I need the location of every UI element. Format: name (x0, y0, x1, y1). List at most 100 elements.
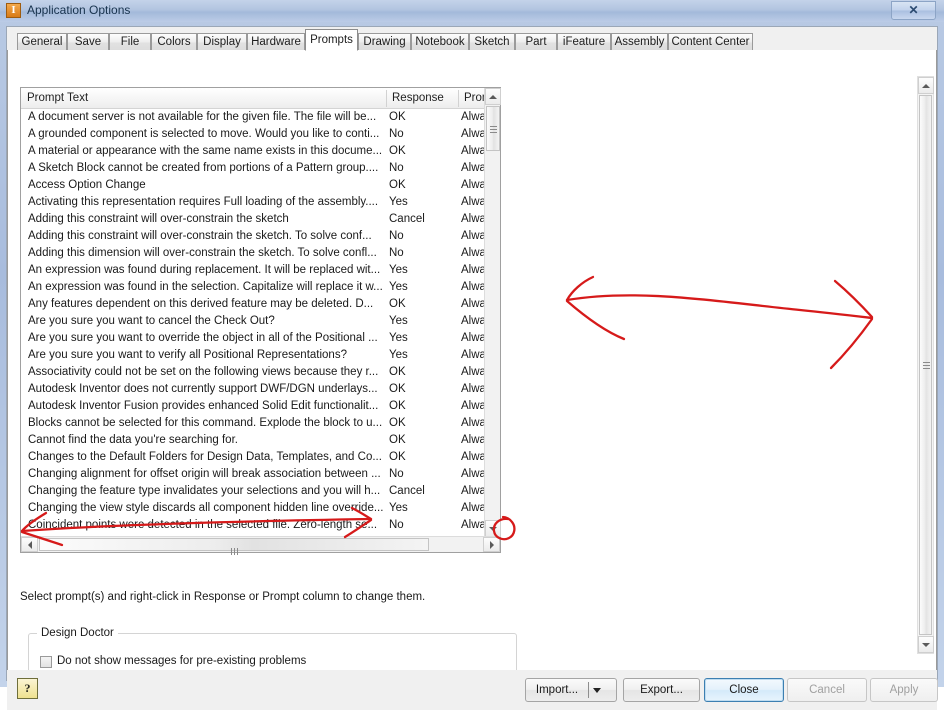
tab-ifeature[interactable]: iFeature (557, 33, 611, 51)
cell-prompt[interactable]: Always (461, 347, 485, 364)
scroll-up-button[interactable] (485, 88, 501, 105)
list-vertical-scroll-thumb[interactable] (486, 106, 500, 151)
cell-prompt[interactable]: Always (461, 194, 485, 211)
table-row[interactable]: Are you sure you want to verify all Posi… (21, 347, 485, 364)
table-row[interactable]: Blocks cannot be selected for this comma… (21, 415, 485, 432)
column-separator[interactable] (458, 90, 459, 107)
cell-prompt[interactable]: Always (461, 381, 485, 398)
cell-response[interactable]: Yes (389, 279, 455, 296)
scroll-left-button[interactable] (21, 537, 38, 552)
tab-sketch[interactable]: Sketch (469, 33, 515, 51)
cell-prompt[interactable]: Always (461, 143, 485, 160)
import-button[interactable]: Import... (525, 678, 617, 702)
cell-prompt[interactable]: Always (461, 415, 485, 432)
table-row[interactable]: Activating this representation requires … (21, 194, 485, 211)
cell-response[interactable]: Yes (389, 313, 455, 330)
cell-response[interactable]: No (389, 160, 455, 177)
list-horizontal-scroll-thumb[interactable] (39, 538, 429, 555)
cell-response[interactable]: Yes (389, 347, 455, 364)
cell-response[interactable]: OK (389, 364, 455, 381)
table-row[interactable]: A material or appearance with the same n… (21, 143, 485, 160)
cell-response[interactable]: Yes (389, 194, 455, 211)
cell-response[interactable]: Yes (389, 500, 455, 517)
table-row[interactable]: Associativity could not be set on the fo… (21, 364, 485, 381)
table-row[interactable]: Changing the view style discards all com… (21, 500, 485, 517)
page-vertical-scrollbar[interactable] (917, 76, 934, 654)
cell-response[interactable]: No (389, 466, 455, 483)
cell-response[interactable]: OK (389, 177, 455, 194)
cell-prompt[interactable]: Always (461, 211, 485, 228)
cell-response[interactable]: OK (389, 415, 455, 432)
cell-prompt[interactable]: Always (461, 449, 485, 466)
table-row[interactable]: Access Option Change OK Always (21, 177, 485, 194)
table-row[interactable]: An expression was found during replaceme… (21, 262, 485, 279)
tab-part[interactable]: Part (515, 33, 557, 51)
cell-prompt[interactable]: Always (461, 109, 485, 126)
tab-notebook[interactable]: Notebook (411, 33, 469, 51)
scroll-right-button[interactable] (483, 537, 500, 552)
table-row[interactable]: Changing alignment for offset origin wil… (21, 466, 485, 483)
table-row[interactable]: An expression was found in the selection… (21, 279, 485, 296)
table-row[interactable]: Cannot find the data you're searching fo… (21, 432, 485, 449)
cell-prompt[interactable]: Always (461, 228, 485, 245)
pre-existing-problems-checkbox[interactable] (40, 656, 52, 668)
cell-response[interactable]: OK (389, 398, 455, 415)
cell-prompt[interactable]: Always (461, 177, 485, 194)
list-horizontal-scrollbar[interactable] (21, 536, 500, 555)
chevron-down-icon[interactable] (593, 688, 601, 693)
cell-prompt[interactable]: Always (461, 517, 485, 534)
tab-content-center[interactable]: Content Center (668, 33, 753, 51)
cell-response[interactable]: Cancel (389, 483, 455, 500)
close-button[interactable]: Close (704, 678, 784, 702)
tab-colors[interactable]: Colors (151, 33, 197, 51)
page-scroll-up-button[interactable] (918, 77, 934, 94)
cell-prompt[interactable]: Always (461, 296, 485, 313)
tab-prompts[interactable]: Prompts (305, 29, 358, 51)
cell-response[interactable]: OK (389, 296, 455, 313)
tab-save[interactable]: Save (67, 33, 109, 51)
tab-drawing[interactable]: Drawing (358, 33, 411, 51)
tab-hardware[interactable]: Hardware (247, 33, 305, 51)
cell-response[interactable]: No (389, 228, 455, 245)
cell-prompt[interactable]: Always (461, 245, 485, 262)
cell-prompt[interactable]: Always (461, 160, 485, 177)
page-scroll-down-button[interactable] (918, 636, 934, 653)
cell-prompt[interactable]: Always (461, 466, 485, 483)
cell-response[interactable]: Cancel (389, 211, 455, 228)
cell-prompt[interactable]: Always (461, 262, 485, 279)
cell-response[interactable]: OK (389, 449, 455, 466)
column-header-prompt-text[interactable]: Prompt Text (21, 88, 386, 109)
table-row[interactable]: A grounded component is selected to move… (21, 126, 485, 143)
tab-display[interactable]: Display (197, 33, 247, 51)
cell-prompt[interactable]: Always (461, 364, 485, 381)
table-row[interactable]: Any features dependent on this derived f… (21, 296, 485, 313)
table-row[interactable]: Autodesk Inventor does not currently sup… (21, 381, 485, 398)
cell-prompt[interactable]: Always (461, 432, 485, 449)
cell-response[interactable]: OK (389, 432, 455, 449)
cell-response[interactable]: OK (389, 143, 455, 160)
table-row[interactable]: Changing the feature type invalidates yo… (21, 483, 485, 500)
table-row[interactable]: Adding this constraint will over-constra… (21, 228, 485, 245)
cell-prompt[interactable]: Always (461, 313, 485, 330)
tab-assembly[interactable]: Assembly (611, 33, 668, 51)
table-row[interactable]: Adding this dimension will over-constrai… (21, 245, 485, 262)
close-window-button[interactable]: ✕ (891, 1, 936, 20)
cell-response[interactable]: No (389, 126, 455, 143)
cell-response[interactable]: No (389, 245, 455, 262)
cell-response[interactable]: OK (389, 381, 455, 398)
cell-response[interactable]: Yes (389, 262, 455, 279)
cell-response[interactable]: No (389, 517, 455, 534)
table-row[interactable]: Coincident points were detected in the s… (21, 517, 485, 534)
cell-prompt[interactable]: Always (461, 126, 485, 143)
cell-response[interactable]: OK (389, 109, 455, 126)
table-row[interactable]: A document server is not available for t… (21, 109, 485, 126)
list-vertical-scrollbar[interactable] (484, 88, 501, 537)
scroll-down-button[interactable] (485, 520, 501, 537)
table-row[interactable]: Adding this constraint will over-constra… (21, 211, 485, 228)
help-button[interactable]: ? (17, 678, 38, 699)
prompts-list-rows[interactable]: A document server is not available for t… (21, 109, 485, 537)
table-row[interactable]: Are you sure you want to cancel the Chec… (21, 313, 485, 330)
cell-prompt[interactable]: Always (461, 483, 485, 500)
prompts-list[interactable]: Prompt Text Response Prompt A document ser… (20, 87, 501, 555)
cell-prompt[interactable]: Always (461, 279, 485, 296)
